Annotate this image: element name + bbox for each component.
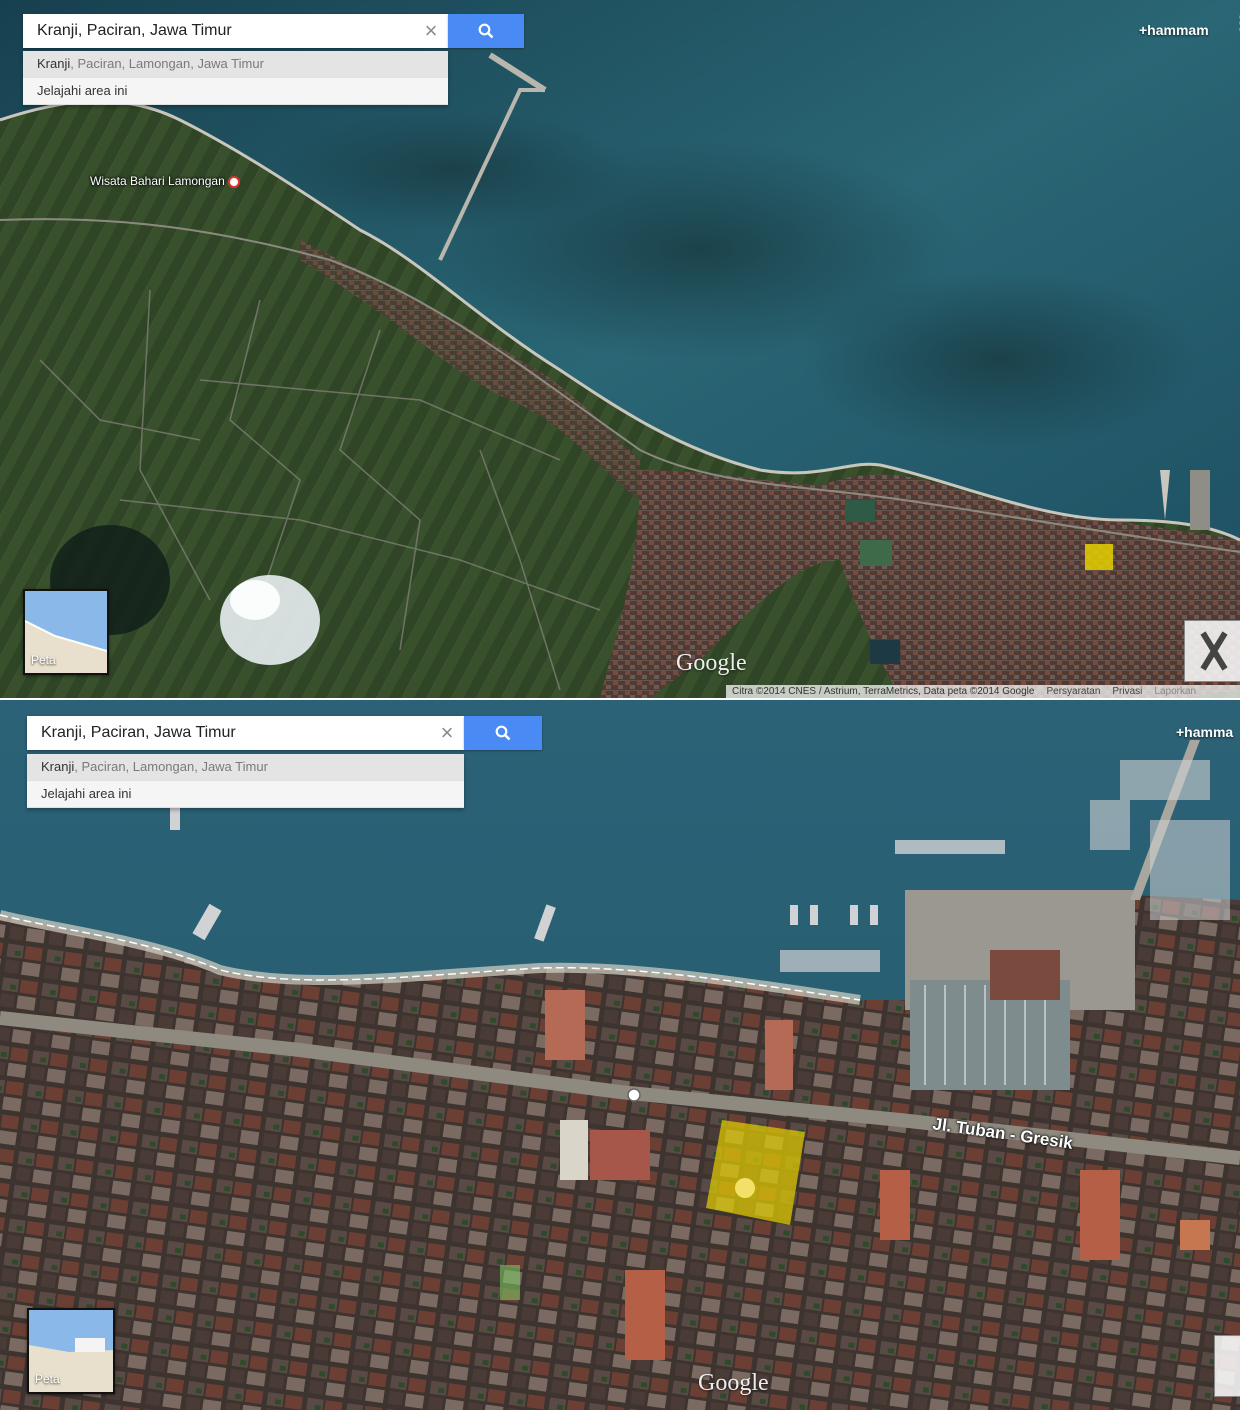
mosque-dome — [735, 1178, 755, 1198]
google-logo: Google — [698, 1370, 769, 1396]
suggestion-list: Kranji, Paciran, Lamongan, Jawa Timur Je… — [27, 754, 464, 808]
search-icon — [478, 23, 494, 39]
highlight-marker — [1085, 544, 1113, 570]
more-menu-icon[interactable]: ⋮ — [1232, 14, 1240, 32]
search-input[interactable] — [23, 14, 414, 48]
suggestion-match: Kranji — [41, 759, 75, 774]
satellite-map-zoomed[interactable]: × Kranji, Paciran, Lamongan, Jawa Timur … — [0, 700, 1240, 1410]
user-link[interactable]: +hammam — [1139, 22, 1209, 38]
map-type-thumbnail[interactable]: Peta — [27, 1308, 115, 1394]
poi-label[interactable]: Wisata Bahari Lamongan — [90, 174, 241, 188]
google-logo: Google — [676, 650, 747, 676]
suggestion-explore-area[interactable]: Jelajahi area ini — [23, 78, 448, 105]
search-box: × — [23, 14, 448, 48]
suggestion-item[interactable]: Kranji, Paciran, Lamongan, Jawa Timur — [23, 51, 448, 78]
highlight-marker-zoomed — [706, 1120, 805, 1225]
poi-pin-icon — [228, 175, 241, 188]
map-attribution: Citra ©2014 CNES / Astrium, TerraMetrics… — [726, 685, 1240, 698]
street-view-control[interactable] — [1184, 620, 1240, 682]
privacy-link[interactable]: Privasi — [1106, 686, 1148, 697]
thumbnail-label: Peta — [31, 653, 56, 667]
suggestion-text: Jelajahi area ini — [37, 83, 128, 98]
poi-marker — [627, 1088, 641, 1102]
poi-label-text: Wisata Bahari Lamongan — [90, 174, 225, 188]
clear-icon[interactable]: × — [430, 716, 464, 750]
suggestion-rest: , Paciran, Lamongan, Jawa Timur — [74, 759, 268, 774]
clear-icon[interactable]: × — [414, 14, 448, 48]
report-link[interactable]: Laporkan — [1148, 686, 1202, 697]
suggestion-rest: , Paciran, Lamongan, Jawa Timur — [70, 56, 264, 71]
search-button[interactable] — [448, 14, 524, 48]
search-icon — [495, 725, 511, 741]
satellite-map-overview[interactable]: × Kranji, Paciran, Lamongan, Jawa Timur … — [0, 0, 1240, 698]
suggestion-explore-area[interactable]: Jelajahi area ini — [27, 781, 464, 808]
search-input[interactable] — [27, 716, 430, 750]
street-view-control[interactable] — [1214, 1335, 1240, 1397]
suggestion-text: Jelajahi area ini — [41, 786, 132, 801]
suggestion-item[interactable]: Kranji, Paciran, Lamongan, Jawa Timur — [27, 754, 464, 781]
map-type-thumbnail[interactable]: Peta — [23, 589, 109, 675]
user-link[interactable]: +hamma — [1176, 724, 1233, 740]
search-button[interactable] — [464, 716, 542, 750]
suggestion-match: Kranji — [37, 56, 71, 71]
search-box: × — [27, 716, 464, 750]
attribution-text: Citra ©2014 CNES / Astrium, TerraMetrics… — [732, 686, 1035, 697]
terms-link[interactable]: Persyaratan — [1040, 686, 1106, 697]
suggestion-list: Kranji, Paciran, Lamongan, Jawa Timur Je… — [23, 51, 448, 105]
pegman-icon — [1200, 631, 1228, 671]
thumbnail-label: Peta — [35, 1372, 60, 1386]
